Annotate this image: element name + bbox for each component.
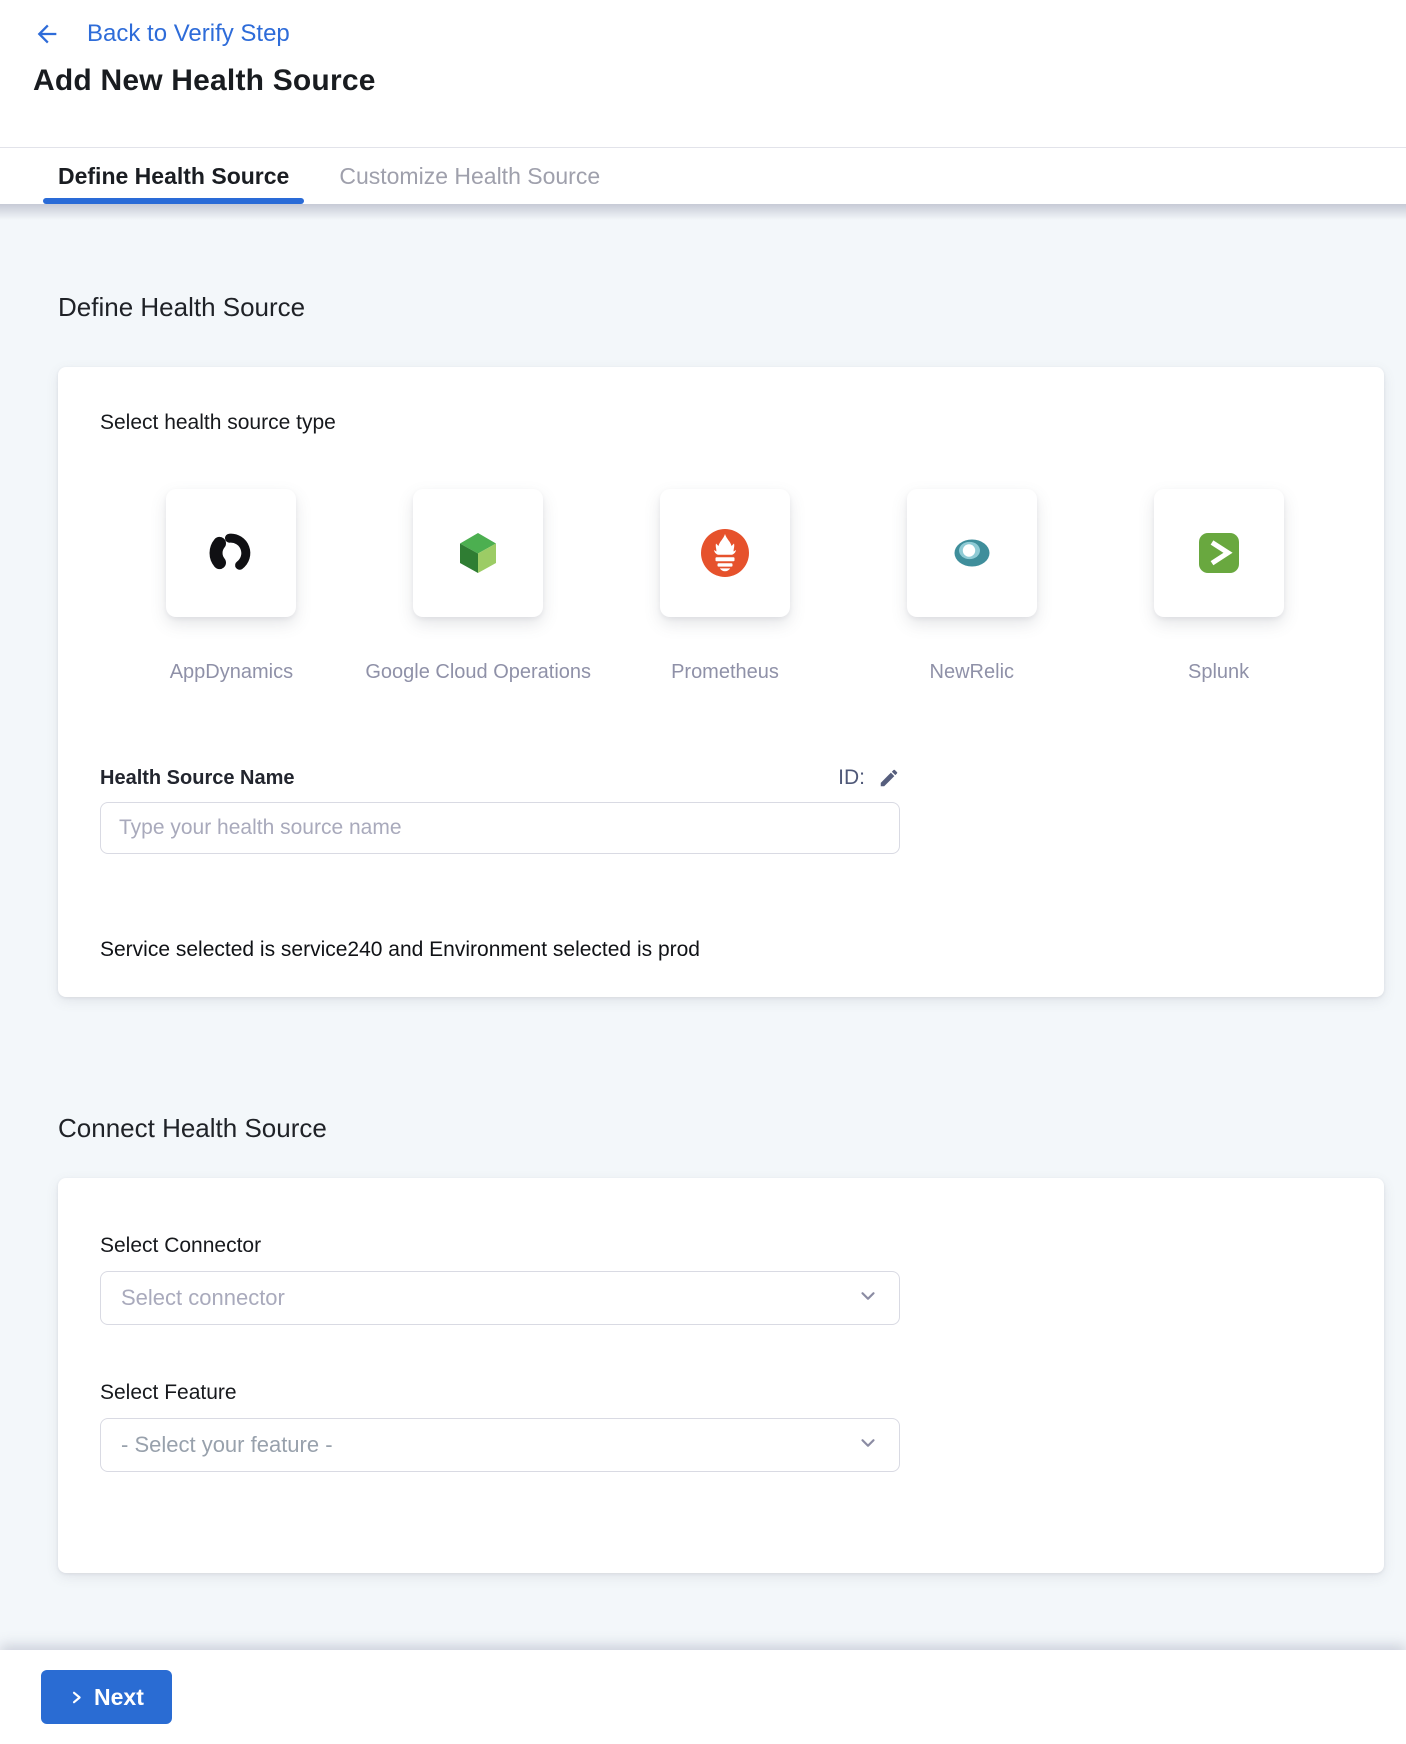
select-connector-label: Select Connector [100,1234,1342,1258]
source-cell-prometheus: Prometheus [602,489,849,684]
page-title: Add New Health Source [33,64,1406,98]
source-type-tiles: AppDynamics Google Cloud Operations [108,489,1342,684]
chevron-down-icon [857,1432,879,1459]
source-cell-appdynamics: AppDynamics [108,489,355,684]
next-button-label: Next [94,1684,144,1711]
source-label: Prometheus [671,661,779,684]
define-health-source-card: Select health source type AppDynamics [58,367,1384,997]
arrow-left-icon [33,20,61,48]
id-wrap: ID: [838,766,900,790]
connect-section-heading: Connect Health Source [58,1113,1406,1144]
tab-customize-health-source[interactable]: Customize Health Source [339,148,600,204]
back-link-label: Back to Verify Step [87,20,290,48]
source-tile-newrelic[interactable] [907,489,1037,617]
connector-select-placeholder: Select connector [121,1285,285,1311]
feature-select[interactable]: - Select your feature - [100,1418,900,1472]
page-header: Back to Verify Step Add New Health Sourc… [0,0,1406,148]
connector-select[interactable]: Select connector [100,1271,900,1325]
source-label: AppDynamics [170,661,293,684]
health-source-tabs: Define Health Source Customize Health So… [0,148,1406,204]
define-section-heading: Define Health Source [58,204,1406,323]
service-environment-note: Service selected is service240 and Envir… [100,938,1342,962]
tab-content: Define Health Source Select health sourc… [0,204,1406,1650]
select-type-label: Select health source type [100,411,1342,435]
newrelic-icon [946,527,998,579]
source-tile-google-cloud-operations[interactable] [413,489,543,617]
google-cloud-operations-icon [452,527,504,579]
source-label: NewRelic [930,661,1014,684]
splunk-icon [1193,527,1245,579]
chevron-down-icon [857,1285,879,1312]
health-source-name-input[interactable] [100,802,900,854]
source-tile-splunk[interactable] [1154,489,1284,617]
connect-health-source-card: Select Connector Select connector Select… [58,1178,1384,1573]
back-to-verify-link[interactable]: Back to Verify Step [33,20,290,48]
prometheus-icon [699,527,751,579]
health-source-name-row: Health Source Name ID: [100,766,900,790]
source-cell-splunk: Splunk [1095,489,1342,684]
wizard-footer: Next [0,1650,1406,1744]
source-tile-prometheus[interactable] [660,489,790,617]
add-health-source-page: Back to Verify Step Add New Health Sourc… [0,0,1406,1744]
edit-id-pencil-icon[interactable] [878,767,900,789]
select-feature-label: Select Feature [100,1381,1342,1405]
health-source-name-label: Health Source Name [100,767,295,790]
source-label: Splunk [1188,661,1249,684]
feature-select-placeholder: - Select your feature - [121,1432,333,1458]
appdynamics-icon [205,527,257,579]
next-button[interactable]: Next [41,1670,172,1724]
source-cell-newrelic: NewRelic [848,489,1095,684]
source-tile-appdynamics[interactable] [166,489,296,617]
source-cell-google-cloud-operations: Google Cloud Operations [355,489,602,684]
source-label: Google Cloud Operations [365,661,591,684]
id-label: ID: [838,766,865,790]
tab-define-health-source[interactable]: Define Health Source [58,148,289,204]
chevron-right-icon [69,1689,84,1706]
